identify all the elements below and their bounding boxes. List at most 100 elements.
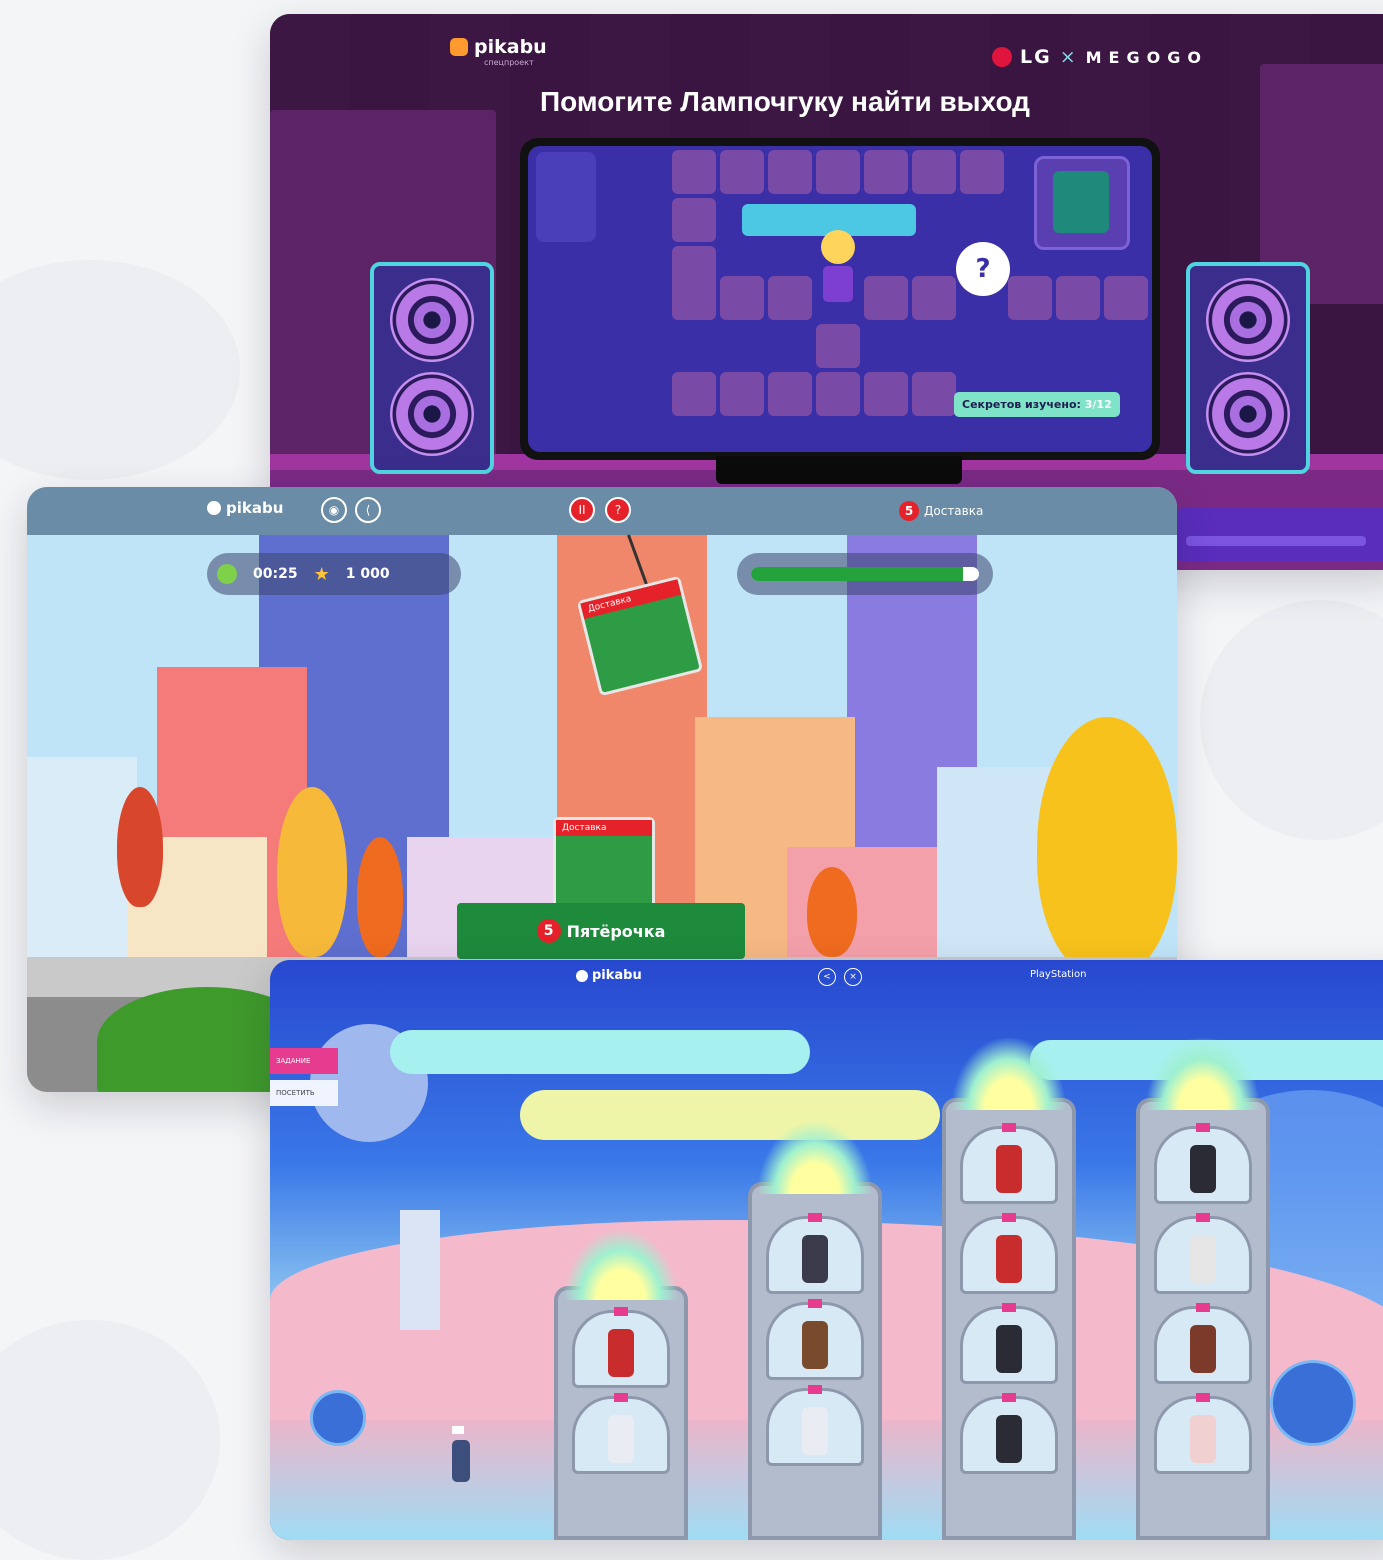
help-icon: ? (614, 503, 622, 517)
tower-floor[interactable] (960, 1393, 1058, 1474)
sound-button[interactable]: ◉ (321, 497, 347, 523)
speaker-cone (390, 278, 474, 362)
pyaterochka-icon: 5 (899, 501, 919, 521)
maze-tile (912, 150, 956, 194)
help-button[interactable]: ? (605, 497, 631, 523)
share-button[interactable]: ⟨ (355, 497, 381, 523)
maze-tile (768, 276, 812, 320)
pause-icon: II (578, 503, 586, 517)
tower-floor[interactable] (1154, 1303, 1252, 1384)
tower-floor[interactable] (1154, 1123, 1252, 1204)
maze-tile (672, 198, 716, 242)
top-bar (27, 487, 1177, 535)
wand-tile (536, 152, 596, 242)
maze-tile (672, 276, 716, 320)
maze-tile (720, 276, 764, 320)
maze-tile (864, 276, 908, 320)
playstation-game-card[interactable]: pikabu < × PlayStation ЗАДАНИЕ ПОСЕТИТЬ (270, 960, 1383, 1540)
speaker-cone (1206, 278, 1290, 362)
tab-task[interactable]: ЗАДАНИЕ (270, 1048, 338, 1074)
maze-tile (1008, 276, 1052, 320)
maze-tile (816, 324, 860, 368)
level-flag (808, 1213, 822, 1222)
speaker-cone (390, 372, 474, 456)
lightbulb-head (821, 230, 855, 264)
share-button[interactable]: < (818, 968, 836, 986)
player-hero[interactable] (452, 1426, 470, 1482)
warrior (608, 1415, 634, 1463)
tv-screen[interactable]: ? Секретов изучено: 3/12 (520, 138, 1160, 460)
secrets-label: Секретов изучено: (962, 398, 1081, 411)
tower-floor[interactable] (1154, 1393, 1252, 1474)
level-flag (1196, 1393, 1210, 1402)
progress-fill (751, 567, 964, 581)
maze-tile (720, 150, 764, 194)
game-board[interactable]: ? Секретов изучено: 3/12 (528, 146, 1152, 452)
side-panel (1176, 508, 1383, 562)
pikabu-logo[interactable]: pikabu спецпроект (450, 36, 547, 67)
pikabu-logo[interactable]: pikabu (576, 968, 642, 983)
warrior (802, 1407, 828, 1455)
tower-floor[interactable] (766, 1299, 864, 1380)
tower-floor[interactable] (572, 1307, 670, 1388)
background-blob (0, 260, 240, 480)
maze-tile (816, 150, 860, 194)
secrets-count: 3/12 (1084, 398, 1112, 411)
warrior (802, 1321, 828, 1369)
level-flag (1196, 1213, 1210, 1222)
level-flag (808, 1385, 822, 1394)
tv-stand (716, 456, 962, 484)
level-flag (1196, 1303, 1210, 1312)
lightbulb-character[interactable] (816, 230, 860, 304)
clock-icon (217, 564, 237, 584)
cloud (520, 1090, 940, 1140)
maze-tile (1056, 276, 1100, 320)
warrior (996, 1415, 1022, 1463)
exit-door[interactable] (1034, 156, 1130, 250)
right-speaker (1186, 262, 1310, 474)
tower-flame (1146, 1038, 1260, 1110)
close-button[interactable]: × (844, 968, 862, 986)
stacked-delivery-box: Доставка (553, 817, 655, 909)
warrior (1190, 1325, 1216, 1373)
tower-floor[interactable] (960, 1303, 1058, 1384)
secrets-counter: Секретов изучено: 3/12 (954, 392, 1120, 417)
pikabu-logo-icon (207, 501, 221, 515)
crystal-spire (400, 1210, 440, 1330)
tree (117, 787, 163, 907)
level-flag (614, 1307, 628, 1316)
question-button[interactable]: ? (956, 242, 1010, 296)
tower-floor[interactable] (572, 1393, 670, 1474)
background-blob (1200, 600, 1383, 840)
pause-button[interactable]: II (569, 497, 595, 523)
tree (357, 837, 403, 957)
tower (748, 1122, 882, 1540)
tower-floor[interactable] (960, 1123, 1058, 1204)
maze-tile (672, 150, 716, 194)
maze-tile (768, 150, 812, 194)
level-flag (1002, 1123, 1016, 1132)
pikabu-logo[interactable]: pikabu (207, 499, 283, 517)
level-flag (614, 1393, 628, 1402)
tower-floor[interactable] (766, 1385, 864, 1466)
tree (277, 787, 347, 957)
maze-tile (912, 372, 956, 416)
maze-tile (720, 372, 764, 416)
partner-lg: LG (1020, 46, 1052, 68)
maze-tile (960, 150, 1004, 194)
warrior (608, 1329, 634, 1377)
tower-floor[interactable] (1154, 1213, 1252, 1294)
warrior (1190, 1415, 1216, 1463)
pikabu-logo-icon (450, 38, 468, 56)
score-hud: 00:25 ★ 1 000 (207, 553, 461, 595)
maze-tile (816, 372, 860, 416)
tower-floor[interactable] (766, 1213, 864, 1294)
cloud (390, 1030, 810, 1074)
logo-text: pikabu (226, 499, 284, 517)
level-flag (1002, 1213, 1016, 1222)
share-icon: ⟨ (365, 503, 371, 517)
tower-floor[interactable] (960, 1213, 1058, 1294)
tab-visit[interactable]: ПОСЕТИТЬ (270, 1080, 338, 1106)
progress-track (751, 567, 979, 581)
warrior (996, 1235, 1022, 1283)
